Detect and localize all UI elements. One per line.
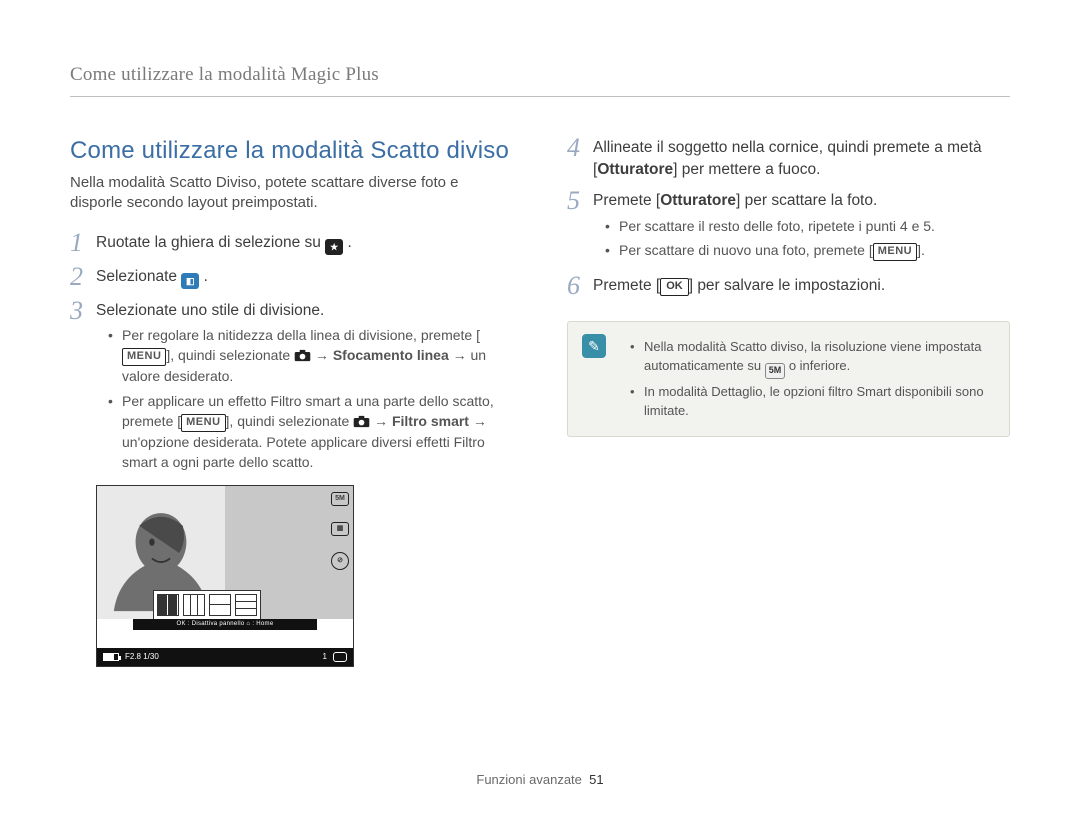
step-body: Ruotate la ghiera di selezione su ★ . — [96, 232, 513, 255]
ok-button-label: OK — [660, 278, 689, 295]
step-1: 1 Ruotate la ghiera di selezione su ★ . — [70, 232, 513, 256]
note-list: Nella modalità Scatto diviso, la risoluz… — [618, 338, 995, 420]
step-6: 6 Premete [OK] per salvare le impostazio… — [567, 275, 1010, 299]
section-intro: Nella modalità Scatto Diviso, potete sca… — [70, 173, 513, 214]
step-2: 2 Selezionate ◧ . — [70, 266, 513, 290]
t: Premete [ — [593, 192, 660, 209]
t: Per scattare di nuovo una foto, premete … — [619, 242, 873, 258]
step-body: Selezionate uno stile di divisione. Per … — [96, 300, 513, 667]
step-body: Premete [OK] per salvare le impostazioni… — [593, 275, 1010, 297]
step-text: Selezionate — [96, 268, 181, 285]
step-5: 5 Premete [Otturatore] per scattare la f… — [567, 190, 1010, 265]
note-item: In modalità Dettaglio, le opzioni filtro… — [630, 383, 995, 421]
t: o inferiore. — [785, 358, 850, 373]
exposure-label: F2.8 1/30 — [125, 651, 159, 662]
t: Premete [ — [593, 277, 660, 294]
note-box: ✎ Nella modalità Scatto diviso, la risol… — [567, 321, 1010, 437]
split-mode-icon: ◧ — [181, 273, 199, 289]
figure-bottom-bar: F2.8 1/30 1 — [97, 648, 353, 666]
t: Per regolare la nitidezza della linea di… — [122, 327, 480, 343]
left-column: Come utilizzare la modalità Scatto divis… — [70, 137, 513, 677]
page-header: Come utilizzare la modalità Magic Plus — [70, 64, 1010, 97]
t: ] per salvare le impostazioni. — [689, 277, 885, 294]
figure-hint-bar: OK : Disattiva pannello ⌂ : Home — [133, 619, 317, 630]
mode-dial-icon: ★ — [325, 239, 343, 255]
step-body: Selezionate ◧ . — [96, 266, 513, 289]
t: ], quindi selezionate — [226, 413, 354, 429]
step-number: 5 — [567, 188, 593, 214]
resolution-5m-icon: 5M — [765, 363, 786, 379]
battery-icon — [103, 653, 119, 661]
t: ] per mettere a fuoco. — [673, 161, 820, 178]
step-number: 2 — [70, 264, 96, 290]
t: ]. — [917, 242, 925, 258]
step-sublist: Per regolare la nitidezza della linea di… — [96, 325, 513, 472]
sub-item: Per applicare un effetto Filtro smart a … — [108, 391, 513, 473]
note-item: Nella modalità Scatto diviso, la risoluz… — [630, 338, 995, 378]
step-3: 3 Selezionate uno stile di divisione. Pe… — [70, 300, 513, 667]
layout-option-icon — [157, 594, 179, 616]
shutter-label: Otturatore — [597, 161, 673, 178]
t: → — [311, 347, 333, 363]
bold-label: Sfocamento linea — [333, 347, 449, 363]
note-body: Nella modalità Scatto diviso, la risoluz… — [618, 334, 995, 424]
footer-section: Funzioni avanzate — [476, 772, 582, 787]
sub-item: Per scattare di nuovo una foto, premete … — [605, 240, 1010, 261]
note-icon: ✎ — [582, 334, 606, 358]
t: ] per scattare la foto. — [736, 192, 877, 209]
bold-label: Filtro smart — [392, 413, 469, 429]
resolution-icon: 5M — [331, 492, 349, 506]
sub-item: Per regolare la nitidezza della linea di… — [108, 325, 513, 387]
step-body: Premete [Otturatore] per scattare la fot… — [593, 190, 1010, 265]
menu-button-label: MENU — [181, 414, 225, 432]
page-number: 51 — [589, 772, 603, 787]
step-4: 4 Allineate il soggetto nella cornice, q… — [567, 137, 1010, 180]
content-columns: Come utilizzare la modalità Scatto divis… — [70, 137, 1010, 677]
step-text: . — [204, 268, 208, 285]
menu-button-label: MENU — [122, 348, 166, 366]
right-column: 4 Allineate il soggetto nella cornice, q… — [567, 137, 1010, 677]
step-number: 1 — [70, 230, 96, 256]
step-text: . — [348, 234, 352, 251]
flash-off-icon: ⊘ — [331, 552, 349, 570]
step-body: Allineate il soggetto nella cornice, qui… — [593, 137, 1010, 180]
step-number: 6 — [567, 273, 593, 299]
layout-option-icon — [235, 594, 257, 616]
camera-icon — [353, 415, 370, 428]
shot-count: 1 — [323, 651, 327, 662]
step-number: 3 — [70, 298, 96, 324]
step-text: Selezionate uno stile di divisione. — [96, 300, 513, 322]
step-text: Ruotate la ghiera di selezione su — [96, 234, 325, 251]
manual-page: Come utilizzare la modalità Magic Plus C… — [0, 0, 1080, 815]
grid-icon: ▦ — [331, 522, 349, 536]
page-footer: Funzioni avanzate 51 — [0, 772, 1080, 787]
sd-card-icon — [333, 652, 347, 662]
section-title: Come utilizzare la modalità Scatto divis… — [70, 137, 513, 165]
step-sublist: Per scattare il resto delle foto, ripete… — [593, 216, 1010, 261]
shutter-label: Otturatore — [660, 192, 736, 209]
layout-option-icon — [183, 594, 205, 616]
sub-item: Per scattare il resto delle foto, ripete… — [605, 216, 1010, 236]
camera-icon — [294, 349, 311, 362]
figure-side-icons: 5M ▦ ⊘ — [331, 492, 349, 570]
layout-option-icon — [209, 594, 231, 616]
layout-options-row — [153, 590, 261, 620]
t: → — [370, 413, 392, 429]
t: ], quindi selezionate — [166, 347, 294, 363]
menu-button-label: MENU — [873, 243, 917, 261]
step-number: 4 — [567, 135, 593, 161]
camera-screen-figure: 5M ▦ ⊘ OK : Disattiva pannello ⌂ : Home … — [96, 485, 354, 667]
